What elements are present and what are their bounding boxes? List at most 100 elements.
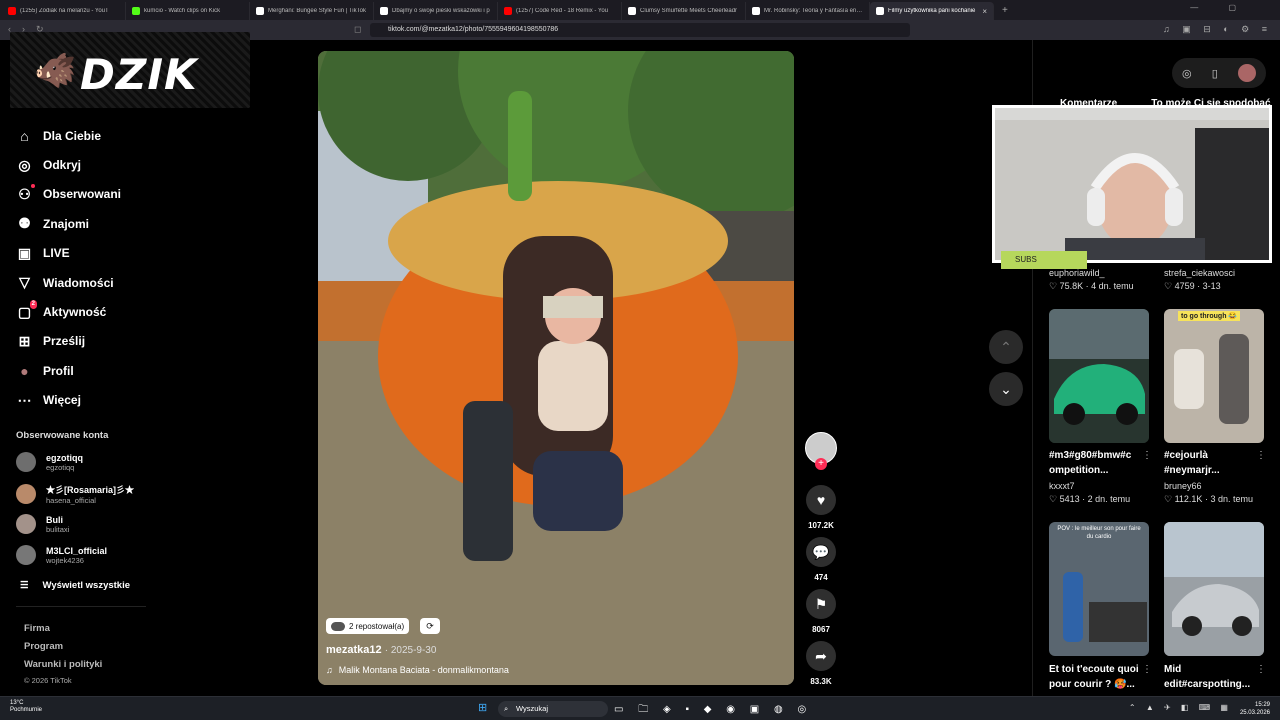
window-controls[interactable]: — ▢	[1190, 3, 1250, 12]
next-post-button[interactable]: ⌄	[989, 372, 1023, 406]
browser-tab[interactable]: kumcio - Watch clips on Kick	[126, 2, 250, 20]
more-options-icon[interactable]: ⋮	[1256, 450, 1266, 461]
video-card-meta[interactable]: Mid edit#carspotting...	[1164, 662, 1264, 692]
video-thumbnail[interactable]	[1164, 522, 1264, 656]
close-tab-icon[interactable]: ×	[982, 7, 987, 16]
taskbar-app-icons[interactable]: ▭ 🗀 ◈ ▪ ◆ ◉ ▣ ◍ ◎	[614, 702, 812, 719]
more-options-icon[interactable]: ⋮	[1142, 450, 1152, 461]
post-date: 2025-9-30	[390, 645, 437, 656]
search-icon: ⌕	[504, 704, 509, 713]
windows-start-icon[interactable]: ⊞	[478, 701, 487, 714]
followed-account[interactable]: M3LCI_official wojtek4236	[16, 545, 107, 565]
post-author[interactable]: mezatka12 · 2025-9-30	[326, 644, 436, 656]
logo-text: DZIK	[80, 50, 198, 99]
follow-plus-button[interactable]: +	[815, 458, 827, 470]
account-handle: wojtek4236	[46, 555, 84, 565]
home-icon: ⌂	[20, 127, 29, 144]
avatar	[16, 484, 36, 504]
sidebar-item-friends[interactable]: ⚉ Znajomi	[16, 209, 121, 238]
browser-tab[interactable]: Mr. Robinsky: Teoria y Fantasía en Cc	[746, 2, 870, 20]
list-icon: ☰	[20, 580, 29, 591]
comment-icon[interactable]: 💬	[806, 537, 836, 567]
explore-icon[interactable]: ◎	[1182, 67, 1192, 80]
device-icon[interactable]: ▯	[1212, 67, 1218, 80]
account-name: M3LCI_official	[46, 545, 108, 556]
sidebar-item-more[interactable]: ⋯ Więcej	[16, 386, 121, 415]
browser-tab[interactable]: Dbajmy o swoje pieski wskazówki i p	[374, 2, 498, 20]
chevron-up-icon: ⌃	[1000, 338, 1012, 355]
video-time: 3 dn. temu	[1210, 494, 1253, 504]
footer-link-terms[interactable]: Warunki i polityki	[24, 659, 102, 670]
video-card-meta[interactable]: #m3#g80#bmw#c ompetition... kxxxt7 ♡ 541…	[1049, 448, 1149, 505]
share-count: 83.3K	[810, 677, 832, 686]
share-icon[interactable]: ➦	[806, 641, 836, 671]
video-card-meta[interactable]: #cejourlà #neymarjr... bruney66 ♡ 112.1K…	[1164, 448, 1264, 505]
repost-chip[interactable]: 2 repostował(a)	[326, 618, 410, 634]
video-card-meta[interactable]: euphoriawild_ ♡ 75.8K · 4 dn. temu	[1049, 268, 1134, 292]
followed-account[interactable]: egzotiqq egzotiqq	[16, 452, 83, 472]
browser-tab[interactable]: Merghani: Bungee Style Fun | TikTok	[250, 2, 374, 20]
heart-icon[interactable]: ♥	[806, 485, 836, 515]
sidebar-item-following[interactable]: ⚇ Obserwowani	[16, 180, 121, 209]
sidebar-item-label: Więcej	[43, 393, 81, 408]
like-action[interactable]: ♥ 107.2K	[804, 485, 838, 530]
save-action[interactable]: ⚑ 8067	[804, 589, 838, 634]
tab-title: Mr. Robinsky: Teoria y Fantasía en Cc	[764, 8, 863, 14]
subs-label: SUBS	[1001, 251, 1087, 269]
live-icon: ▣	[17, 244, 32, 261]
toolbar-extension-icons[interactable]: ♫ ▣ ⊟ ◐ ⚙ ≡	[1163, 24, 1272, 35]
music-info[interactable]: ♫ Malik Montana Baciata - donmalikmontan…	[326, 665, 509, 675]
show-all-link[interactable]: ☰ Wyświetl wszystkie	[20, 580, 130, 591]
browser-tab[interactable]: Filmy użytkownika pani kochanie ×	[870, 2, 994, 20]
weather-widget[interactable]: 13°C Pochmurnie	[10, 700, 42, 714]
sidebar-item-label: Znajomi	[43, 216, 90, 231]
video-caption: edit#carspotting...	[1164, 679, 1251, 690]
sidebar-item-label: Wiadomości	[43, 275, 114, 290]
sidebar-item-compass[interactable]: ◎ Odkryj	[16, 150, 121, 179]
video-user: kxxxt7	[1049, 481, 1075, 491]
browser-tab[interactable]: (1255) Zodiak na melanżu - YouT	[2, 2, 126, 20]
browser-tab[interactable]: Clumsy Smurfette Meets Cheerleadr	[622, 2, 746, 20]
user-avatar[interactable]	[1237, 64, 1256, 82]
sidebar-item-live[interactable]: ▣ LIVE	[16, 239, 121, 268]
followed-account[interactable]: Buli bulitaxi	[16, 514, 69, 534]
bookmark-icon[interactable]: ◻	[354, 24, 361, 35]
address-bar[interactable]: tiktok.com/@mezatka12/photo/755594960419…	[370, 23, 910, 37]
clock[interactable]: 15:29 25.03.2026	[1240, 701, 1270, 717]
share-action[interactable]: ➦ 83.3K	[804, 641, 838, 686]
repost-icon[interactable]: ⟳	[420, 618, 440, 634]
new-tab-button[interactable]: +	[1002, 5, 1008, 16]
comment-action[interactable]: 💬 474	[804, 537, 838, 582]
sidebar-item-activity[interactable]: ▢ 2 Aktywność	[16, 297, 121, 326]
taskbar-search[interactable]: ⌕ Wyszukaj	[498, 701, 608, 717]
video-thumbnail[interactable]	[1049, 309, 1149, 443]
photo-post[interactable]	[318, 51, 794, 685]
sidebar-item-upload[interactable]: ⊞ Prześlij	[16, 327, 121, 356]
video-card-meta[interactable]: strefa_ciekawosci ♡ 4759 · 3-13	[1164, 268, 1235, 292]
footer-link-program[interactable]: Program	[24, 641, 63, 652]
video-thumbnail[interactable]: to go through 😂	[1164, 309, 1264, 443]
previous-post-button[interactable]: ⌃	[989, 330, 1023, 364]
bookmark-save-icon[interactable]: ⚑	[806, 589, 836, 619]
logo[interactable]: 🐗 DZIK	[10, 32, 250, 108]
more-options-icon[interactable]: ⋮	[1142, 664, 1152, 675]
sidebar-item-messages[interactable]: ▽ Wiadomości	[16, 268, 121, 297]
video-thumbnail[interactable]: POV : le meilleur son pour faire du card…	[1049, 522, 1149, 656]
avatar	[16, 514, 36, 534]
more-options-icon[interactable]: ⋮	[1256, 664, 1266, 675]
sidebar-item-home[interactable]: ⌂ Dla Ciebie	[16, 121, 121, 150]
video-caption: #neymarjr...	[1164, 465, 1220, 476]
friends-icon: ⚉	[18, 215, 31, 232]
browser-tab[interactable]: (1257) Code Red - 18 Remix - You	[498, 2, 622, 20]
tab-title: Clumsy Smurfette Meets Cheerleadr	[640, 8, 738, 14]
search-label: Wyszukaj	[516, 704, 549, 713]
sidebar-item-profile[interactable]: ● Profil	[16, 356, 121, 385]
video-caption: Et toi t'ecoute quoi	[1049, 664, 1139, 675]
green-car-image	[1049, 309, 1149, 443]
system-tray[interactable]: ⌃ ▲ ✈ ◧ ⌨ ▦	[1129, 703, 1232, 712]
video-likes: 75.8K	[1059, 281, 1084, 291]
followed-account[interactable]: ★彡[Rosamaria]彡★ hasena_official	[16, 483, 134, 505]
video-card-meta[interactable]: Et toi t'ecoute quoi pour courir ? 🥵...	[1049, 662, 1149, 692]
footer-link-company[interactable]: Firma	[24, 623, 50, 634]
silver-car-image	[1164, 522, 1264, 656]
